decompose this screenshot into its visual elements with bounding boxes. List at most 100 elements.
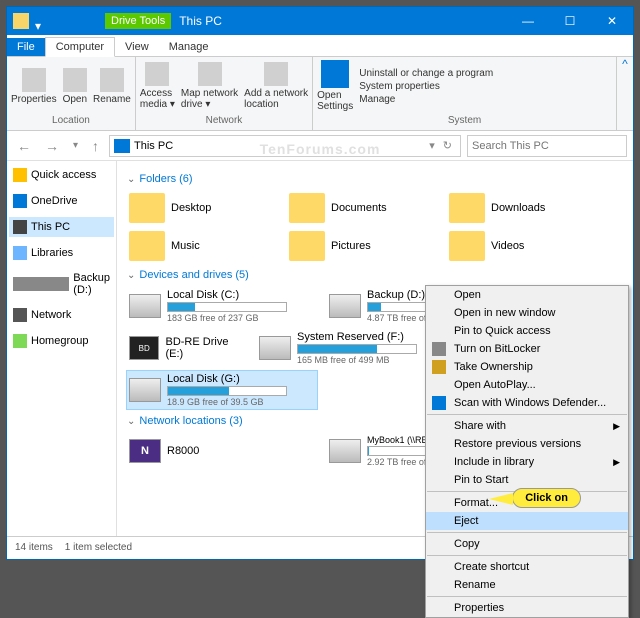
add-location-button[interactable]: Add a network location xyxy=(244,59,308,113)
folder-music[interactable]: Music xyxy=(127,229,277,263)
properties-button[interactable]: Properties xyxy=(11,59,57,113)
nav-pane: Quick access OneDrive This PC Libraries … xyxy=(7,161,117,536)
ctx-bitlocker[interactable]: Turn on BitLocker xyxy=(426,340,628,358)
ctx-share-with[interactable]: Share with▶ xyxy=(426,417,628,435)
chevron-right-icon: ▶ xyxy=(613,421,620,432)
device-icon: N xyxy=(129,439,161,463)
properties-icon xyxy=(22,68,46,92)
address-text: This PC xyxy=(134,140,173,152)
ctx-take-ownership[interactable]: Take Ownership xyxy=(426,358,628,376)
defender-icon xyxy=(432,396,446,410)
sidebar-item-this-pc[interactable]: This PC xyxy=(9,217,114,237)
system-properties-button[interactable]: System properties xyxy=(359,81,493,92)
ctx-open[interactable]: Open xyxy=(426,286,628,304)
chevron-down-icon: ⌄ xyxy=(127,270,135,281)
chevron-down-icon: ⌄ xyxy=(127,416,135,427)
chevron-down-icon[interactable]: ▾ xyxy=(429,139,435,152)
ctx-eject[interactable]: Eject xyxy=(426,512,628,530)
manage-button[interactable]: Manage xyxy=(359,94,493,105)
ctx-create-shortcut[interactable]: Create shortcut xyxy=(426,558,628,576)
drive-e[interactable]: BDBD-RE Drive (E:) xyxy=(127,329,247,367)
map-drive-button[interactable]: Map network drive ▾ xyxy=(181,59,238,113)
drive-f[interactable]: System Reserved (F:)165 MB free of 499 M… xyxy=(257,329,447,367)
recent-dropdown-icon[interactable]: ▾ xyxy=(69,140,82,151)
ribbon: Properties Open Rename Location Access m… xyxy=(7,57,633,131)
folder-documents[interactable]: Documents xyxy=(287,191,437,225)
forward-button[interactable]: → xyxy=(41,138,63,154)
selection-count: 1 item selected xyxy=(65,542,132,553)
context-menu: Open Open in new window Pin to Quick acc… xyxy=(425,285,629,618)
collapse-ribbon-icon[interactable]: ^ xyxy=(617,57,633,130)
settings-icon xyxy=(321,60,349,88)
folder-icon xyxy=(13,13,29,29)
open-settings-button[interactable]: Open Settings xyxy=(317,59,353,113)
item-count: 14 items xyxy=(15,542,53,553)
media-icon xyxy=(145,62,169,86)
bd-icon: BD xyxy=(129,336,159,360)
group-label: Network xyxy=(140,113,308,128)
minimize-button[interactable]: — xyxy=(507,7,549,35)
up-button[interactable]: ↑ xyxy=(88,138,103,154)
ctx-properties[interactable]: Properties xyxy=(426,599,628,617)
sidebar-item-network[interactable]: Network xyxy=(9,305,114,325)
rename-button[interactable]: Rename xyxy=(93,59,131,113)
window-title: This PC xyxy=(179,14,222,28)
folder-pictures[interactable]: Pictures xyxy=(287,229,437,263)
ctx-rename[interactable]: Rename xyxy=(426,576,628,594)
maximize-button[interactable]: ☐ xyxy=(549,7,591,35)
lock-icon xyxy=(432,342,446,356)
address-field[interactable]: This PC ▾ ↻ xyxy=(109,135,461,157)
drive-c[interactable]: Local Disk (C:)183 GB free of 237 GB xyxy=(127,287,317,325)
ctx-open-new-window[interactable]: Open in new window xyxy=(426,304,628,322)
net-r8000[interactable]: NR8000 xyxy=(127,433,317,469)
file-tab[interactable]: File xyxy=(7,38,45,56)
folder-icon xyxy=(289,193,325,223)
ctx-copy[interactable]: Copy xyxy=(426,535,628,553)
back-button[interactable]: ← xyxy=(13,138,35,154)
view-tab[interactable]: View xyxy=(115,38,159,56)
search-input[interactable] xyxy=(467,135,627,157)
context-tab[interactable]: Drive Tools xyxy=(105,13,171,29)
pc-icon xyxy=(13,220,27,234)
sidebar-item-libraries[interactable]: Libraries xyxy=(9,243,114,263)
open-button[interactable]: Open xyxy=(63,59,87,113)
uninstall-button[interactable]: Uninstall or change a program xyxy=(359,68,493,79)
folder-downloads[interactable]: Downloads xyxy=(447,191,597,225)
folder-icon xyxy=(129,231,165,261)
sidebar-item-quick-access[interactable]: Quick access xyxy=(9,165,114,185)
ctx-defender[interactable]: Scan with Windows Defender... xyxy=(426,394,628,412)
folder-icon xyxy=(289,231,325,261)
folder-icon xyxy=(129,193,165,223)
homegroup-icon xyxy=(13,334,27,348)
ctx-include-library[interactable]: Include in library▶ xyxy=(426,453,628,471)
sidebar-item-onedrive[interactable]: OneDrive xyxy=(9,191,114,211)
chevron-down-icon: ⌄ xyxy=(127,174,135,185)
sidebar-item-backup[interactable]: Backup (D:) xyxy=(9,269,114,299)
ctx-pin-start[interactable]: Pin to Start xyxy=(426,471,628,489)
folders-header[interactable]: ⌄Folders (6) xyxy=(127,167,623,191)
address-bar: ← → ▾ ↑ This PC ▾ ↻ xyxy=(7,131,633,161)
folder-videos[interactable]: Videos xyxy=(447,229,597,263)
drive-g[interactable]: Local Disk (G:)18.9 GB free of 39.5 GB xyxy=(127,371,317,409)
ctx-pin-quick[interactable]: Pin to Quick access xyxy=(426,322,628,340)
refresh-button[interactable]: ↻ xyxy=(439,139,456,152)
computer-tab[interactable]: Computer xyxy=(45,37,115,57)
manage-tab[interactable]: Manage xyxy=(159,38,219,56)
ctx-restore-versions[interactable]: Restore previous versions xyxy=(426,435,628,453)
drives-header[interactable]: ⌄Devices and drives (5) xyxy=(127,263,623,287)
titlebar: ▾ Drive Tools This PC — ☐ ✕ xyxy=(7,7,633,35)
folder-desktop[interactable]: Desktop xyxy=(127,191,277,225)
access-media-button[interactable]: Access media ▾ xyxy=(140,59,175,113)
hdd-icon xyxy=(129,378,161,402)
sidebar-item-homegroup[interactable]: Homegroup xyxy=(9,331,114,351)
ribbon-tabs: File Computer View Manage xyxy=(7,35,633,57)
folder-icon xyxy=(449,231,485,261)
capacity-bar xyxy=(167,302,287,312)
drive-icon xyxy=(13,277,69,291)
qat-dropdown-icon[interactable]: ▾ xyxy=(35,19,45,24)
ctx-autoplay[interactable]: Open AutoPlay... xyxy=(426,376,628,394)
chevron-right-icon: ▶ xyxy=(613,457,620,468)
separator xyxy=(427,555,627,556)
hdd-icon xyxy=(259,336,291,360)
close-button[interactable]: ✕ xyxy=(591,7,633,35)
